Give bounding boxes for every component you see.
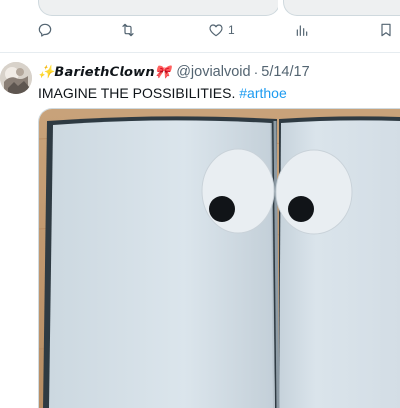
reply-button[interactable] [37, 22, 53, 38]
tweet-divider [0, 52, 400, 53]
tweet-header: ✨𝘽𝙖𝙧𝙞𝙚𝙩𝙝𝘾𝙡𝙤𝙬𝙣🎀 @jovialvoid · 5/14/17 [38, 63, 310, 81]
display-name[interactable]: ✨𝘽𝙖𝙧𝙞𝙚𝙩𝙝𝘾𝙡𝙤𝙬𝙣🎀 [38, 65, 171, 80]
bookmark-icon [381, 23, 391, 37]
retweet-icon [122, 23, 134, 37]
heart-icon [209, 24, 223, 37]
tweet-text: IMAGINE THE POSSIBILITIES. #arthoe [38, 84, 287, 102]
user-handle[interactable]: @jovialvoid [176, 64, 250, 80]
analytics-icon [296, 25, 308, 36]
header-separator: · [253, 64, 259, 80]
previous-tweet-image-right[interactable] [283, 0, 400, 16]
like-count: 1 [228, 23, 235, 37]
avatar[interactable] [0, 62, 32, 94]
bookmark-button[interactable] [378, 22, 394, 38]
retweet-button[interactable] [120, 22, 136, 38]
tweet-text-body: IMAGINE THE POSSIBILITIES. [38, 85, 240, 101]
hashtag-link[interactable]: #arthoe [239, 85, 286, 101]
previous-tweet-image-left[interactable] [38, 0, 280, 16]
tweet-date[interactable]: 5/14/17 [261, 64, 309, 80]
previous-tweet-action-bar: 1 [30, 22, 400, 48]
open-book-googly-eyes-photo [39, 109, 400, 408]
analytics-button[interactable] [294, 22, 310, 38]
previous-tweet-media[interactable] [38, 0, 400, 16]
tweet-media-image[interactable] [38, 108, 400, 408]
like-button[interactable]: 1 [208, 22, 235, 38]
reply-icon [38, 23, 52, 37]
avatar-image [0, 62, 32, 94]
